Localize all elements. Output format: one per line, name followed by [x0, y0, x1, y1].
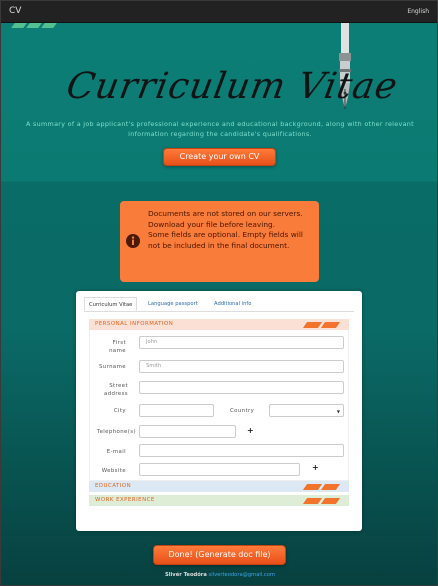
app-window: CV English Curriculum Vitae A summary of… [0, 0, 438, 586]
section-education[interactable]: EDUCATION [89, 481, 349, 492]
telephone-input[interactable] [139, 425, 236, 438]
country-select[interactable]: ▼ [269, 404, 344, 417]
telephone-label: Telephone(s) [96, 429, 136, 435]
tab-divider [84, 311, 354, 312]
section-work-label: WORK EXPERIENCE [95, 497, 155, 503]
section-work-experience[interactable]: WORK EXPERIENCE [89, 495, 349, 506]
top-navbar: CV English [1, 1, 437, 23]
form-body: PERSONAL INFORMATION First name John Sur… [89, 319, 349, 516]
tab-curriculum-vitae[interactable]: Curriculum Vitae [84, 297, 138, 311]
street-address-label: Street address [104, 383, 128, 397]
tab-additional-info[interactable]: Additional info [210, 297, 255, 311]
cv-form-panel: Curriculum Vitae Language passport Addit… [76, 291, 362, 531]
section-personal-information[interactable]: PERSONAL INFORMATION [89, 319, 349, 330]
language-selector[interactable]: English [407, 8, 429, 15]
add-website-icon[interactable]: + [312, 463, 319, 472]
website-input[interactable] [139, 463, 300, 476]
city-label: City [113, 408, 126, 414]
chevron-down-icon: ▼ [336, 409, 340, 414]
surname-label: Surname [98, 364, 126, 370]
footer: Slivér Teodóra silverteodora@gmail.com [1, 572, 437, 578]
tab-language-passport[interactable]: Language passport [144, 297, 202, 311]
website-label: Website [101, 468, 126, 474]
first-name-label: First name [109, 340, 126, 354]
author-email-link[interactable]: silverteodora@gmail.com [209, 572, 275, 578]
info-notice: Documents are not stored on our servers.… [120, 201, 319, 282]
brand-link[interactable]: CV [9, 6, 21, 16]
email-label: E-mail [106, 449, 126, 455]
notice-line-optional: Some fields are optional. Empty fields w… [148, 230, 303, 250]
create-cv-button[interactable]: Create your own CV [163, 148, 276, 166]
author-name: Slivér Teodóra [165, 572, 207, 578]
section-education-label: EDUCATION [95, 483, 132, 489]
page-subtitle: A summary of a job applicant's professio… [26, 120, 414, 138]
email-input[interactable] [139, 444, 344, 457]
street-address-input[interactable] [139, 381, 344, 394]
section-personal-label: PERSONAL INFORMATION [95, 321, 174, 327]
city-input[interactable] [139, 404, 214, 417]
country-label: Country [230, 408, 255, 414]
personal-fields: First name John Surname Smith Street add… [89, 330, 349, 481]
generate-doc-button[interactable]: Done! (Generate doc file) [153, 545, 286, 565]
notice-text: Documents are not stored on our servers.… [148, 209, 313, 251]
first-name-input[interactable]: John [139, 336, 344, 349]
add-telephone-icon[interactable]: + [247, 426, 254, 435]
notice-line-storage: Documents are not stored on our servers.… [148, 209, 303, 229]
page-title: Curriculum Vitae [63, 66, 402, 107]
surname-input[interactable]: Smith [139, 360, 344, 373]
info-icon [126, 234, 140, 248]
